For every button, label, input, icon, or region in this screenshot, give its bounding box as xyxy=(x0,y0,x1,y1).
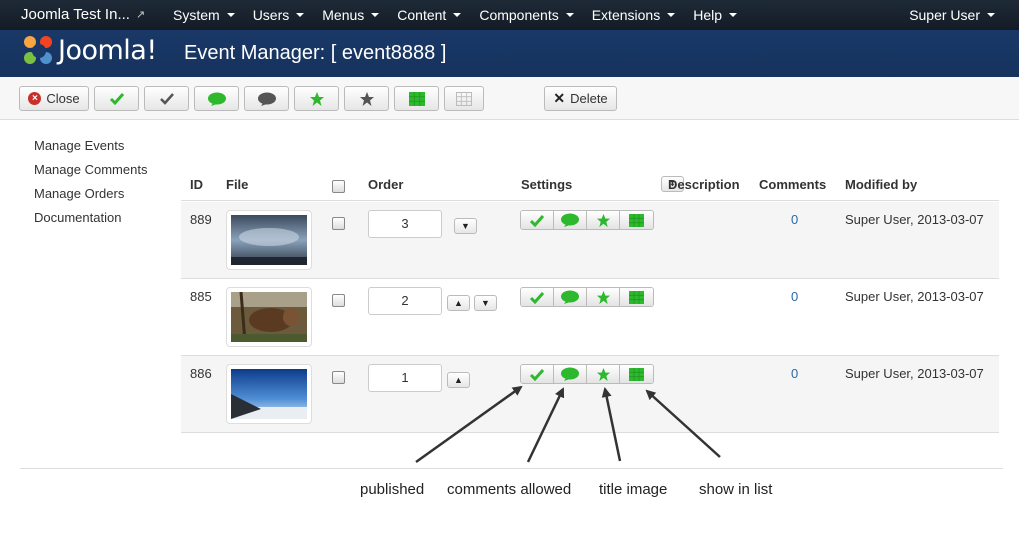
arrow-show-in-list xyxy=(645,389,721,458)
annotation-title-image: title image xyxy=(599,481,668,498)
annotation-arrows xyxy=(415,385,721,464)
annotation-comments-allowed: comments allowed xyxy=(447,481,572,498)
arrow-comments-allowed xyxy=(526,387,565,463)
arrow-title-image xyxy=(601,387,622,462)
arrow-published xyxy=(415,385,523,464)
annotation-show-in-list: show in list xyxy=(699,481,773,498)
annotation-published: published xyxy=(360,481,425,498)
